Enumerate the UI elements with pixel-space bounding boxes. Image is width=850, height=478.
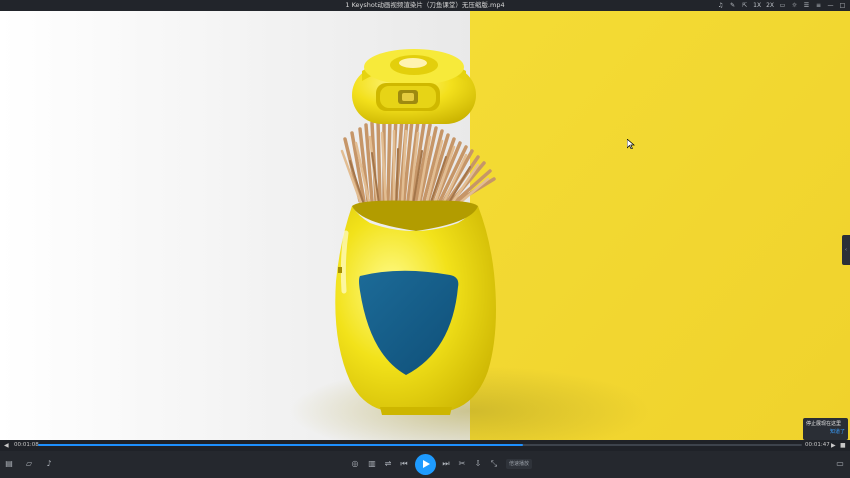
title-bar: 1 Keyshot动画视频渲染片（刀鱼课堂）无压缩版.mp4 ♫ ✎ ⇱ 1X … <box>0 0 850 11</box>
speed-1x-button[interactable]: 1X <box>753 1 761 10</box>
total-time: 00:01:47 <box>805 442 830 448</box>
open-file-icon[interactable]: ▱ <box>24 459 34 469</box>
cut-icon[interactable]: ✂ <box>457 459 467 469</box>
screen-icon[interactable]: ▭ <box>779 1 786 10</box>
bulb-icon[interactable]: ☼ <box>791 1 798 10</box>
current-time: 00:01:08 <box>14 442 39 448</box>
bell-icon[interactable]: ♫ <box>717 1 724 10</box>
download-icon[interactable]: ⇩ <box>473 459 483 469</box>
side-panel-handle[interactable]: ‹ <box>842 235 850 265</box>
container-body <box>335 200 496 415</box>
speed-2x-button[interactable]: 2X <box>766 1 774 10</box>
previous-icon[interactable]: ⏮ <box>399 459 409 469</box>
progress-row: ◀ 00:01:08 00:01:47 ▶ ■ <box>0 440 850 451</box>
mute-icon[interactable]: ♪ <box>44 459 54 469</box>
menu-icon[interactable]: ☰ <box>803 1 810 10</box>
list-icon[interactable]: ≡ <box>815 1 822 10</box>
playlist-icon[interactable]: ▥ <box>367 459 377 469</box>
folder-icon[interactable]: ▤ <box>4 459 14 469</box>
mouse-cursor-icon <box>627 139 635 149</box>
control-bar: ▤ ▱ ♪ ◎ ▥ ⇌ ⏮ ⏭ ✂ ⇩ ⤡ 倍速播放 ▭ <box>0 451 850 478</box>
seek-bar[interactable] <box>38 444 802 446</box>
toast-message: 停止展现在这里 <box>806 421 842 427</box>
export-icon[interactable]: ⇱ <box>741 1 748 10</box>
settings-sliders-icon[interactable]: ⇌ <box>383 459 393 469</box>
minimize-icon[interactable]: — <box>827 1 834 10</box>
video-scene <box>0 11 850 440</box>
chevron-left-icon: ‹ <box>845 247 847 253</box>
title-bar-icons: ♫ ✎ ⇱ 1X 2X ▭ ☼ ☰ ≡ — □ <box>717 1 846 10</box>
next-frame-icon[interactable]: ▶ <box>831 441 836 450</box>
maximize-icon[interactable]: □ <box>839 1 846 10</box>
shrink-icon[interactable]: ⤡ <box>489 459 499 469</box>
screenshot-icon[interactable]: ◎ <box>350 459 360 469</box>
tools-icon[interactable]: ✎ <box>729 1 736 10</box>
prev-frame-icon[interactable]: ◀ <box>4 441 9 450</box>
toast-dismiss-link[interactable]: 知道了 <box>806 428 845 436</box>
speed-button[interactable]: 倍速播放 <box>506 459 533 469</box>
next-icon[interactable]: ⏭ <box>441 459 451 469</box>
play-button[interactable] <box>415 454 436 475</box>
progress-fill <box>38 444 524 446</box>
notification-toast: 停止展现在这里 知道了 <box>803 418 848 440</box>
video-frame[interactable]: ‹ <box>0 11 850 440</box>
lid <box>352 49 476 124</box>
fullscreen-icon[interactable]: ▭ <box>835 459 845 469</box>
stop-icon[interactable]: ■ <box>840 441 846 450</box>
